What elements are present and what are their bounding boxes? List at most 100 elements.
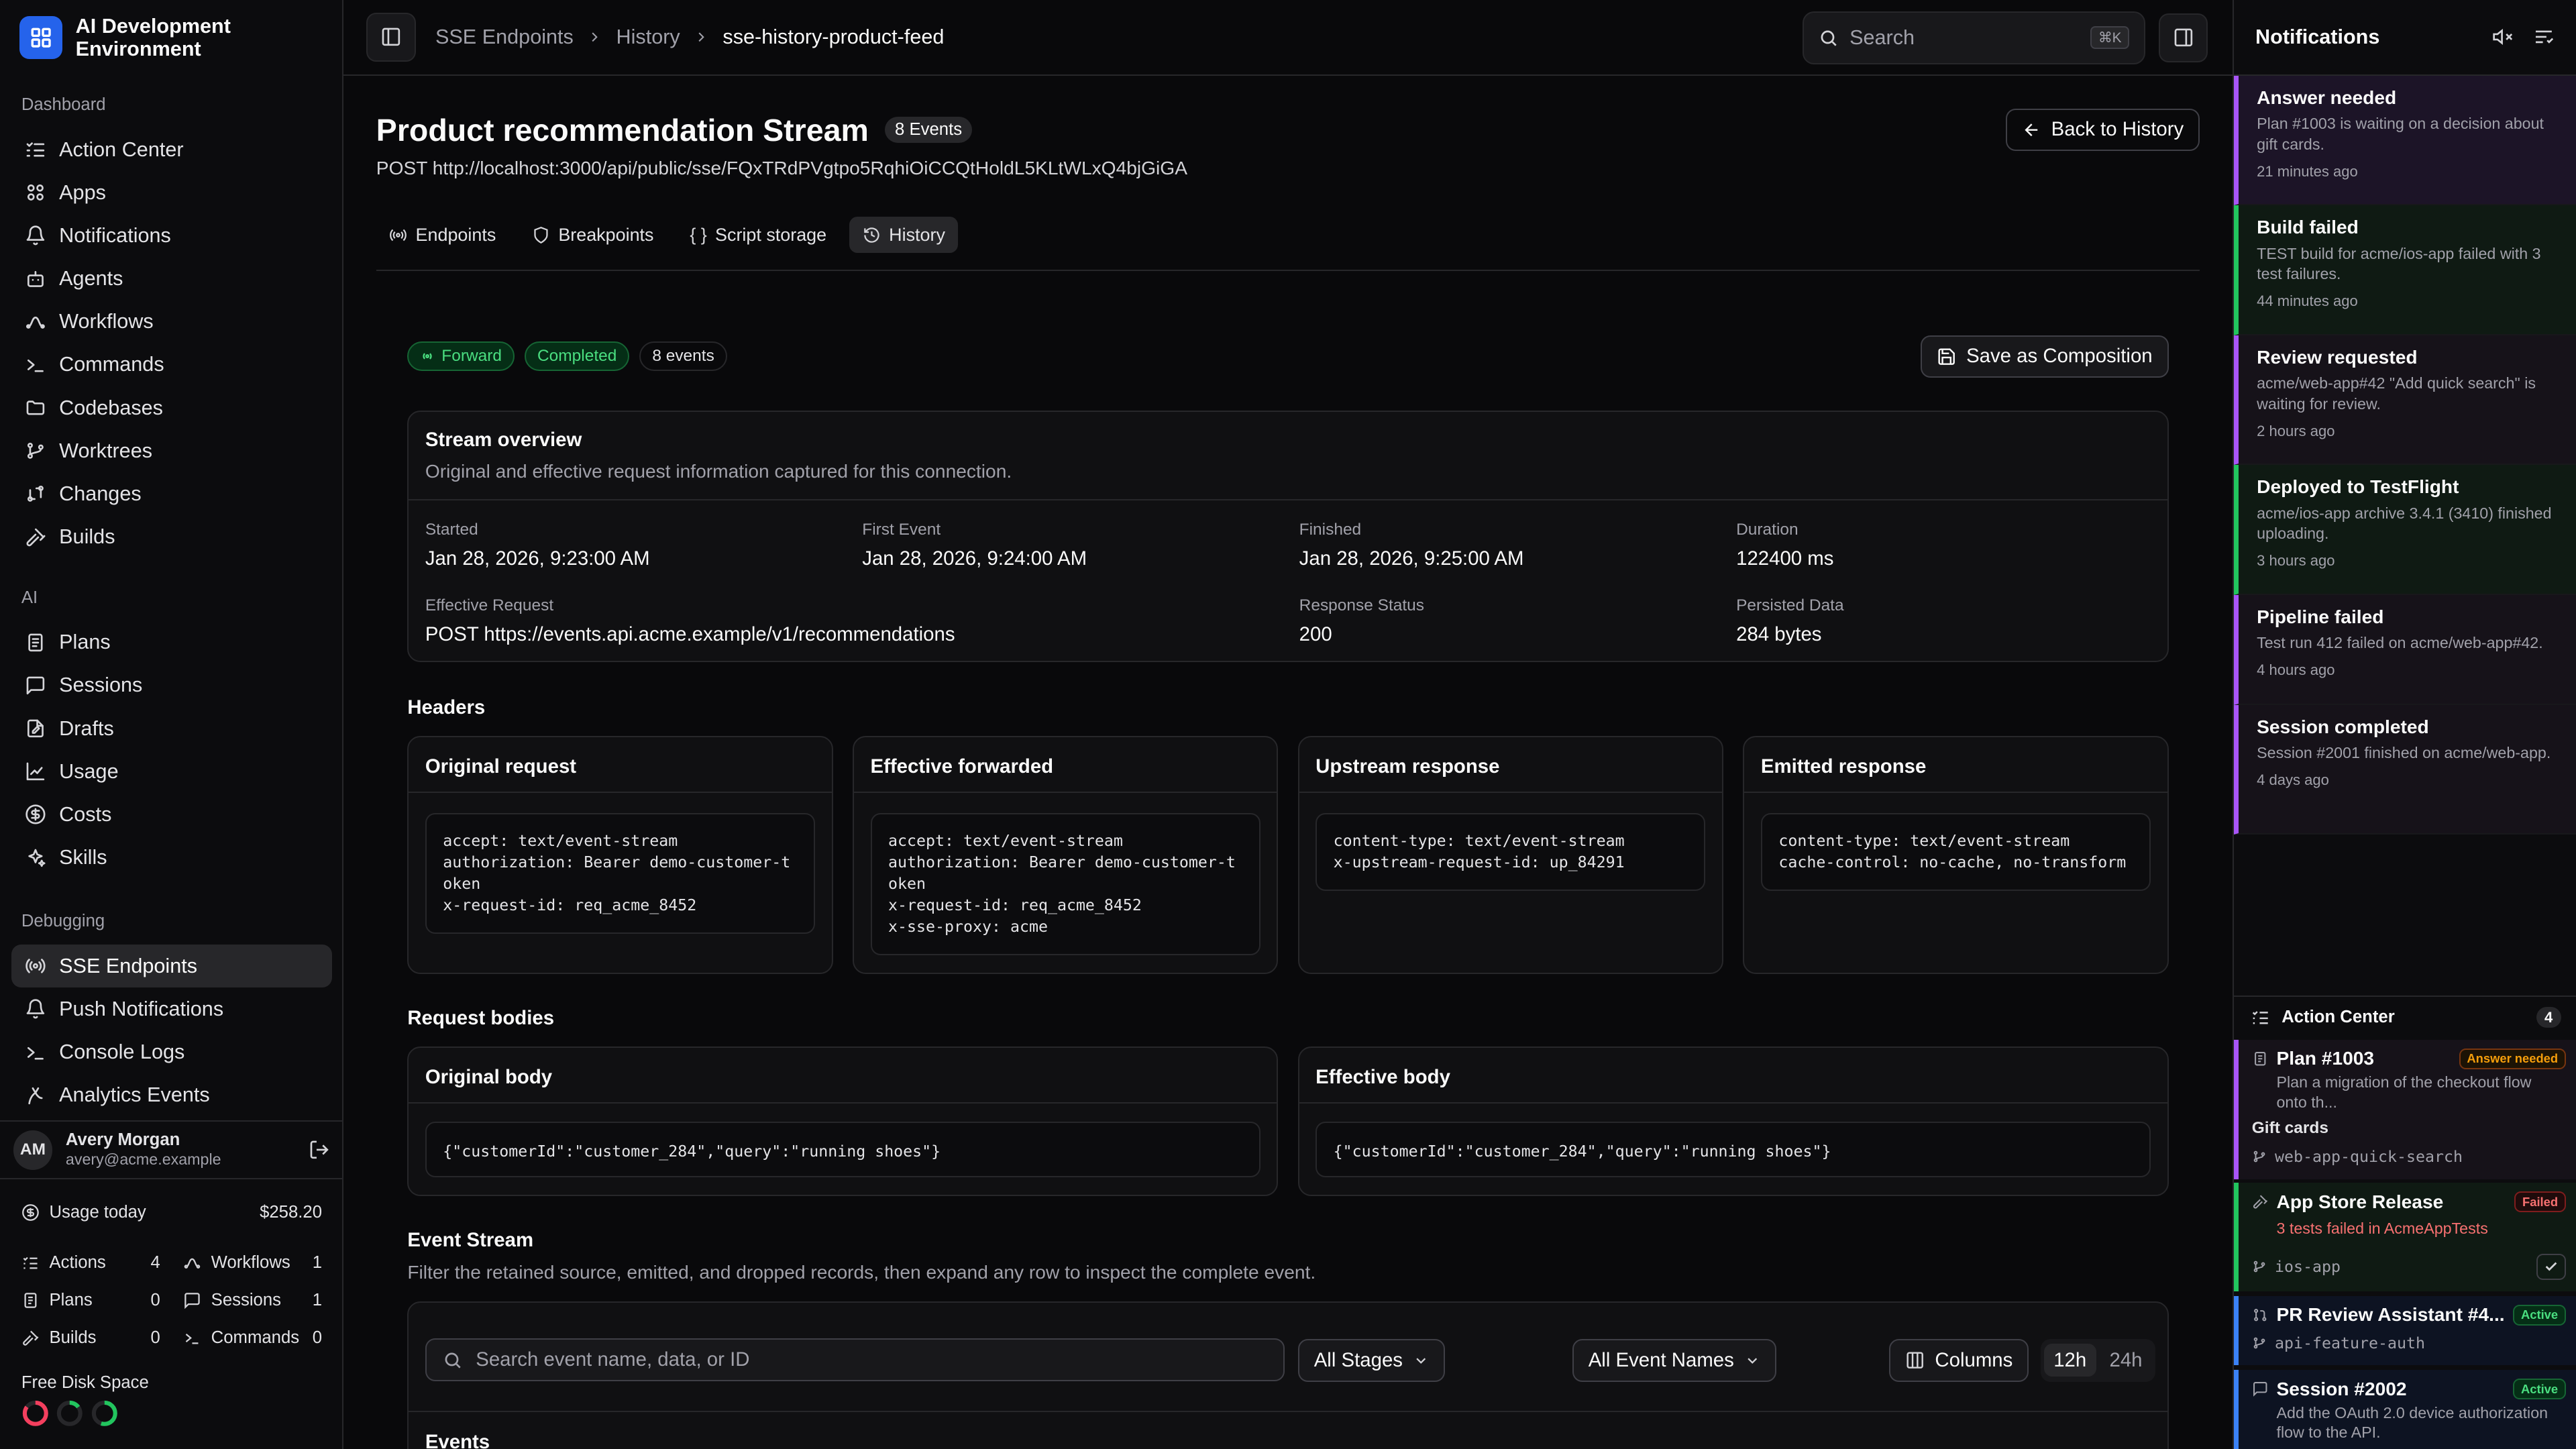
back-to-history-button[interactable]: Back to History xyxy=(2005,108,2200,152)
event-name-select[interactable]: All Event Names xyxy=(1572,1338,1777,1382)
chat-icon xyxy=(183,1291,201,1309)
sidebar-item-changes[interactable]: Changes xyxy=(11,472,332,515)
breadcrumb-history[interactable]: History xyxy=(616,25,680,49)
action-item-pr-review-assistant[interactable]: PR Review Assistant #4... Active api-feat… xyxy=(2234,1296,2576,1366)
file-edit-icon xyxy=(25,718,46,739)
sidebar-item-sessions[interactable]: Sessions xyxy=(11,664,332,707)
activity-icon xyxy=(25,1085,46,1106)
range-24h-button[interactable]: 24h xyxy=(2100,1344,2152,1377)
field-value: 284 bytes xyxy=(1736,623,1822,645)
toggle-panel-button[interactable] xyxy=(2158,13,2208,63)
search-icon xyxy=(1819,28,1838,48)
user-name: Avery Morgan xyxy=(65,1130,180,1149)
time-range-toggle: 12h 24h xyxy=(2040,1338,2156,1382)
field-label: Response Status xyxy=(1299,596,1425,614)
action-item-session-2002[interactable]: Session #2002 Active Add the OAuth 2.0 de… xyxy=(2234,1370,2576,1449)
columns-button[interactable]: Columns xyxy=(1889,1338,2029,1382)
action-item-title: App Store Release xyxy=(2276,1191,2444,1212)
stream-overview-card: Stream overview Original and effective r… xyxy=(407,411,2169,662)
sidebar-item-label: Push Notifications xyxy=(59,997,224,1020)
sidebar-item-label: Action Center xyxy=(59,138,184,161)
notifications-title: Notifications xyxy=(2255,25,2380,48)
sidebar-item-push-notifications[interactable]: Push Notifications xyxy=(11,987,332,1030)
sidebar-item-action-center[interactable]: Action Center xyxy=(11,128,332,171)
sidebar-item-label: Worktrees xyxy=(59,439,153,462)
sidebar-item-builds[interactable]: Builds xyxy=(11,515,332,558)
event-count-badge: 8 Events xyxy=(885,117,972,143)
terminal-icon xyxy=(183,1329,201,1347)
sidebar-item-plans[interactable]: Plans xyxy=(11,621,332,664)
sidebar-item-console-logs[interactable]: Console Logs xyxy=(11,1030,332,1073)
sidebar-item-skills[interactable]: Skills xyxy=(11,836,332,879)
divider xyxy=(376,269,2200,271)
app-logo-icon xyxy=(19,16,63,60)
notification-time: 3 hours ago xyxy=(2257,551,2335,569)
hammer-icon xyxy=(2252,1193,2268,1210)
tab-breakpoints[interactable]: Breakpoints xyxy=(519,217,667,253)
terminal-icon xyxy=(25,354,46,376)
shield-icon xyxy=(532,226,550,244)
sidebar-item-costs[interactable]: Costs xyxy=(11,793,332,836)
event-search-input[interactable]: Search event name, data, or ID xyxy=(425,1338,1285,1382)
logout-icon[interactable] xyxy=(309,1139,330,1161)
notification-time: 2 hours ago xyxy=(2257,422,2335,439)
chevron-down-icon xyxy=(1413,1352,1429,1368)
notification-deployed-to-testflight[interactable]: Deployed to TestFlight acme/ios-app archi… xyxy=(2234,465,2576,595)
sidebar-item-usage[interactable]: Usage xyxy=(11,750,332,793)
top-bar: SSE Endpoints History sse-history-produc… xyxy=(343,0,2233,76)
usage-panel: Usage today $258.20 Actions 4 Workflows 1 Pl… xyxy=(0,1197,343,1357)
dollar-icon xyxy=(25,804,46,825)
sidebar-item-agents[interactable]: Agents xyxy=(11,257,332,300)
breadcrumb-sse-endpoints[interactable]: SSE Endpoints xyxy=(435,25,574,49)
usage-stat-value: 0 xyxy=(150,1290,160,1309)
action-item-desc: Add the OAuth 2.0 device authorization f… xyxy=(2276,1403,2548,1441)
sidebar: AI Development Environment Dashboard Acti… xyxy=(0,0,343,1449)
sidebar-item-workflows[interactable]: Workflows xyxy=(11,301,332,343)
clipboard-icon xyxy=(2252,1051,2268,1067)
sidebar-item-worktrees[interactable]: Worktrees xyxy=(11,429,332,472)
usage-stats: Actions 4 Workflows 1 Plans 0 Sessions 1 Builds 0… xyxy=(21,1244,322,1357)
field-label: First Event xyxy=(862,520,941,539)
tab-script-storage[interactable]: { } Script storage xyxy=(677,217,840,253)
sidebar-item-apps[interactable]: Apps xyxy=(11,171,332,214)
sidebar-item-analytics-events[interactable]: Analytics Events xyxy=(11,1074,332,1117)
notification-answer-needed[interactable]: Answer needed Plan #1003 is waiting on a … xyxy=(2234,75,2576,206)
mute-icon[interactable] xyxy=(2492,26,2514,48)
tab-label: History xyxy=(889,224,945,245)
branch-name: ios-app xyxy=(2275,1257,2341,1276)
events-badge: 8 events xyxy=(639,341,727,372)
sidebar-item-commands[interactable]: Commands xyxy=(11,343,332,386)
disk-label: Free Disk Space xyxy=(21,1373,149,1393)
notification-title: Review requested xyxy=(2257,346,2418,368)
search-box[interactable]: Search ⌘K xyxy=(1802,11,2146,64)
brand[interactable]: AI Development Environment xyxy=(0,0,342,76)
approve-check-button[interactable] xyxy=(2536,1253,2566,1280)
sidebar-item-drafts[interactable]: Drafts xyxy=(11,707,332,750)
field-persisted-data: Persisted Data 284 bytes xyxy=(1736,596,1843,646)
sidebar-item-sse-endpoints[interactable]: SSE Endpoints xyxy=(11,945,332,988)
range-12h-button[interactable]: 12h xyxy=(2043,1344,2096,1377)
notification-build-failed[interactable]: Build failed TEST build for acme/ios-app … xyxy=(2234,205,2576,335)
toggle-sidebar-button[interactable] xyxy=(366,12,416,62)
status-badge: Active xyxy=(2513,1305,2566,1326)
notification-session-completed[interactable]: Session completed Session #2001 finished … xyxy=(2234,704,2576,835)
event-stream-subtitle: Filter the retained source, emitted, and… xyxy=(407,1261,1316,1283)
notification-pipeline-failed[interactable]: Pipeline failed Test run 412 failed on ac… xyxy=(2234,594,2576,705)
stage-select[interactable]: All Stages xyxy=(1297,1338,1446,1382)
workflow-icon xyxy=(25,311,46,333)
user-row[interactable]: AM Avery Morgan avery@acme.example xyxy=(0,1120,343,1180)
action-item-plan-1003[interactable]: Plan #1003 Answer needed Plan a migration… xyxy=(2234,1040,2576,1180)
tab-history[interactable]: History xyxy=(849,217,959,254)
sidebar-item-codebases[interactable]: Codebases xyxy=(11,386,332,429)
usage-stat-actions: Actions 4 xyxy=(21,1244,160,1281)
action-item-app-store-release[interactable]: App Store Release Failed 3 tests failed i… xyxy=(2234,1183,2576,1291)
folder-icon xyxy=(25,397,46,419)
notification-review-requested[interactable]: Review requested acme/web-app#42 "Add qui… xyxy=(2234,335,2576,466)
tab-endpoints[interactable]: Endpoints xyxy=(376,217,509,253)
mark-read-icon[interactable] xyxy=(2533,26,2555,48)
chat-icon xyxy=(2252,1381,2268,1397)
notification-time: 4 hours ago xyxy=(2257,661,2335,678)
sidebar-item-label: Workflows xyxy=(59,310,154,333)
save-as-composition-button[interactable]: Save as Composition xyxy=(1920,335,2169,378)
sidebar-item-notifications[interactable]: Notifications xyxy=(11,214,332,257)
